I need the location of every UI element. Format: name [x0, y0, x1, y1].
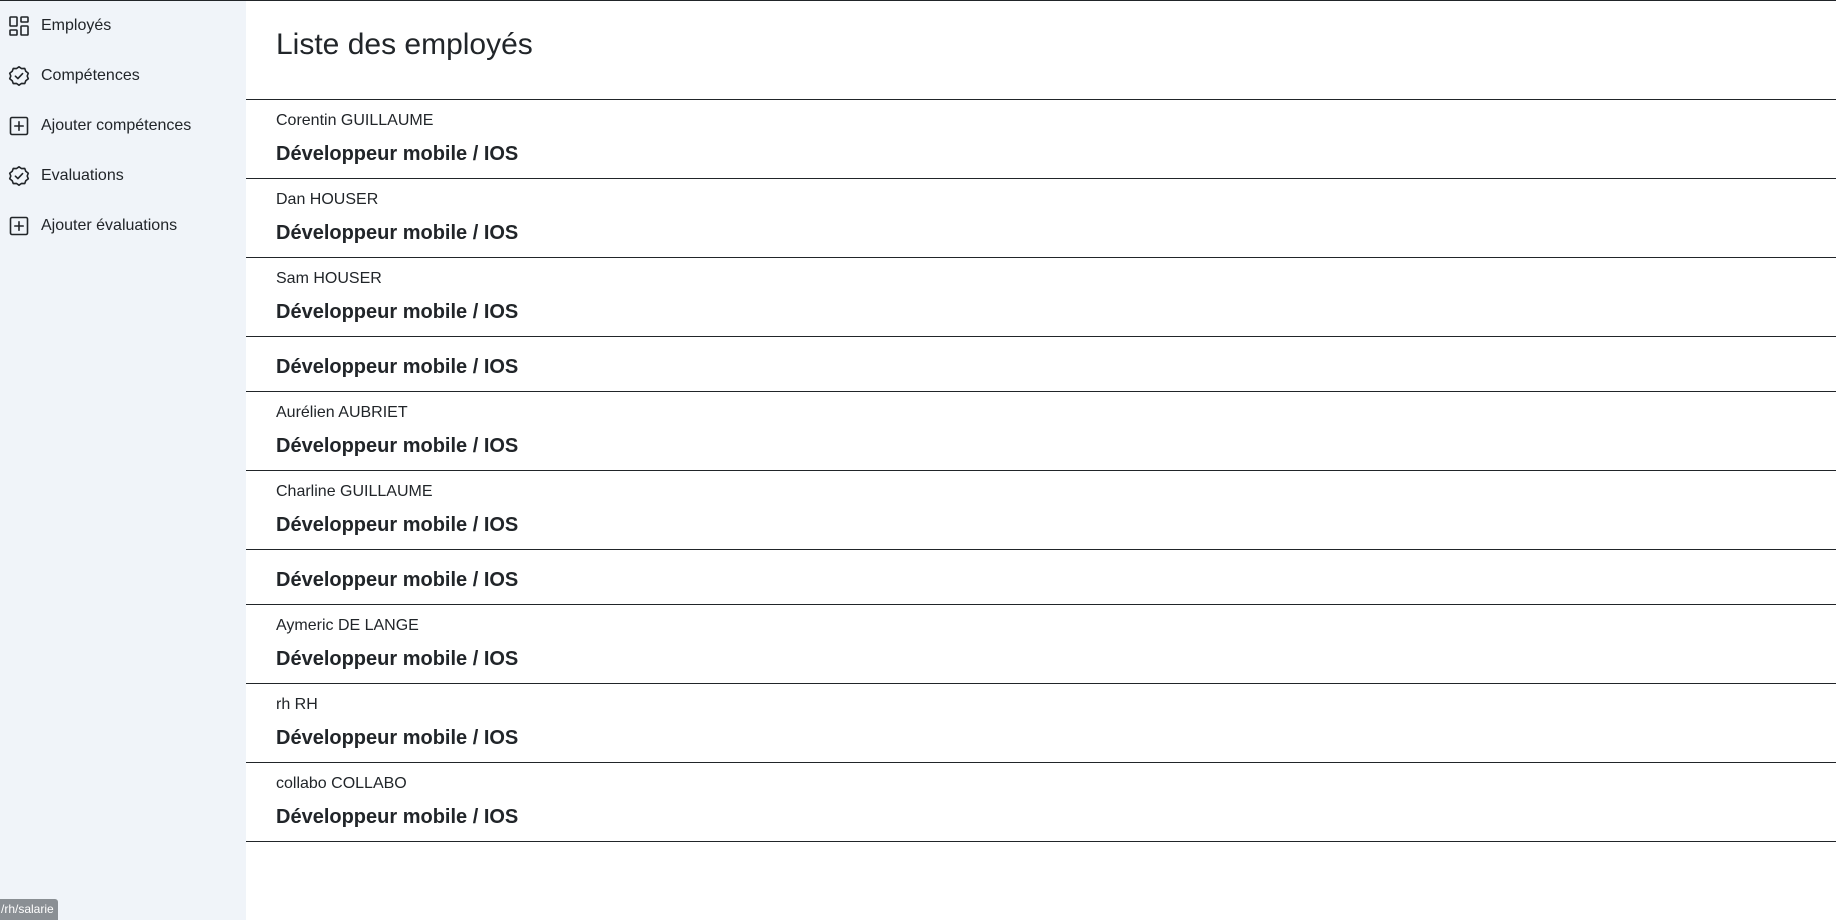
employee-name: collabo COLLABO — [276, 775, 407, 792]
page-title: Liste des employés — [276, 28, 533, 61]
plus-square-icon — [8, 115, 30, 137]
sidebar-item-ajouter-evaluations[interactable]: Ajouter évaluations — [0, 206, 246, 246]
sidebar-item-label: Ajouter évaluations — [41, 217, 178, 234]
app-window: Employés Compétences Ajouter compétences — [0, 0, 1836, 920]
top-border — [0, 0, 1836, 1]
employee-row[interactable]: Charline GUILLAUME Développeur mobile / … — [246, 471, 1836, 550]
check-badge-icon — [8, 65, 30, 87]
sidebar-item-ajouter-competences[interactable]: Ajouter compétences — [0, 106, 246, 146]
dashboard-icon — [8, 15, 30, 37]
employee-name: Charline GUILLAUME — [276, 483, 433, 500]
employee-name: Aurélien AUBRIET — [276, 404, 408, 421]
employee-role: Développeur mobile / IOS — [276, 806, 519, 828]
employee-name: rh RH — [276, 696, 318, 713]
employee-row[interactable]: Développeur mobile / IOS — [246, 550, 1836, 605]
sidebar-item-label: Evaluations — [41, 167, 124, 184]
employee-row[interactable]: Développeur mobile / IOS — [246, 337, 1836, 392]
employee-name: Aymeric DE LANGE — [276, 617, 419, 634]
sidebar-item-label: Ajouter compétences — [41, 117, 192, 134]
sidebar-item-label: Compétences — [41, 67, 140, 84]
employee-role: Développeur mobile / IOS — [276, 143, 519, 165]
sidebar-item-employes[interactable]: Employés — [0, 6, 246, 46]
employee-row[interactable]: Corentin GUILLAUME Développeur mobile / … — [246, 100, 1836, 179]
plus-square-icon — [8, 215, 30, 237]
employee-name: Dan HOUSER — [276, 191, 379, 208]
employee-row[interactable]: Dan HOUSER Développeur mobile / IOS — [246, 179, 1836, 258]
employee-role: Développeur mobile / IOS — [276, 356, 519, 378]
employee-row[interactable]: Aurélien AUBRIET Développeur mobile / IO… — [246, 392, 1836, 471]
employee-role: Développeur mobile / IOS — [276, 222, 519, 244]
sidebar-item-competences[interactable]: Compétences — [0, 56, 246, 96]
employee-row[interactable]: rh RH Développeur mobile / IOS — [246, 684, 1836, 763]
employee-row[interactable]: collabo COLLABO Développeur mobile / IOS — [246, 763, 1836, 842]
sidebar-item-label: Employés — [41, 17, 112, 34]
link-status-url: /rh/salarie — [0, 899, 58, 920]
employee-role: Développeur mobile / IOS — [276, 435, 519, 457]
employee-role: Développeur mobile / IOS — [276, 648, 519, 670]
main-content: Liste des employés Corentin GUILLAUME Dé… — [246, 0, 1836, 920]
employee-name: Sam HOUSER — [276, 270, 382, 287]
employee-list: Corentin GUILLAUME Développeur mobile / … — [246, 99, 1836, 842]
employee-name: Corentin GUILLAUME — [276, 112, 434, 129]
sidebar-item-evaluations[interactable]: Evaluations — [0, 156, 246, 196]
employee-row[interactable]: Aymeric DE LANGE Développeur mobile / IO… — [246, 605, 1836, 684]
employee-role: Développeur mobile / IOS — [276, 301, 519, 323]
check-badge-icon — [8, 165, 30, 187]
employee-role: Développeur mobile / IOS — [276, 569, 519, 591]
sidebar: Employés Compétences Ajouter compétences — [0, 0, 246, 920]
employee-role: Développeur mobile / IOS — [276, 514, 519, 536]
employee-row[interactable]: Sam HOUSER Développeur mobile / IOS — [246, 258, 1836, 337]
employee-role: Développeur mobile / IOS — [276, 727, 519, 749]
